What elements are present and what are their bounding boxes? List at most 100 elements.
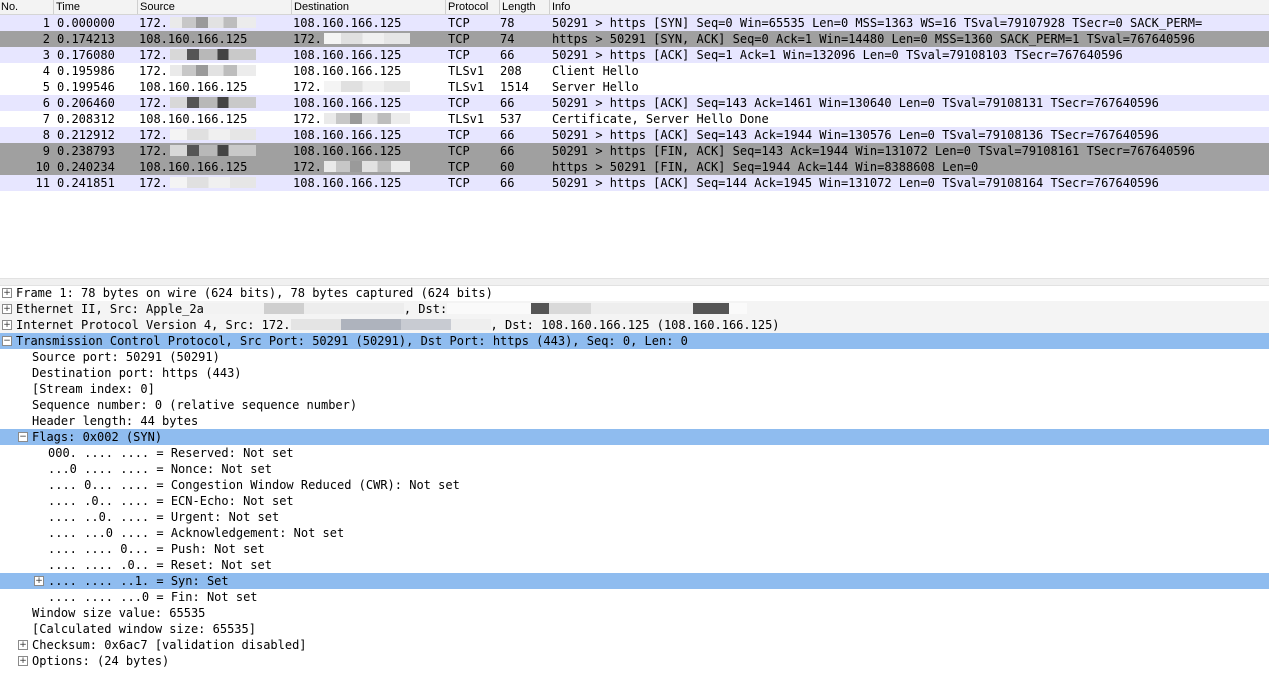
redacted-address-block xyxy=(323,161,410,172)
column-divider[interactable] xyxy=(291,0,292,14)
expand-icon[interactable]: + xyxy=(2,288,12,298)
column-divider[interactable] xyxy=(445,0,446,14)
packet-cell-destination: 108.160.166.125 xyxy=(293,95,445,111)
detail-text: .... ..0. .... = Urgent: Not set xyxy=(48,510,280,524)
packet-row[interactable]: 11 0.241851 172. 108.160.166.125 TCP 66 50291 … xyxy=(0,175,1269,191)
column-header-protocol[interactable]: Protocol xyxy=(448,0,488,14)
detail-tree-item[interactable]: + Ethernet II, Src: Apple_2a , Dst: xyxy=(0,301,1269,317)
packet-row[interactable]: 3 0.176080 172. 108.160.166.125 TCP 66 50291 >… xyxy=(0,47,1269,63)
packet-cell-no: 6 xyxy=(0,95,50,111)
packet-cell-source: 108.160.166.125 xyxy=(139,159,291,175)
column-header-destination[interactable]: Destination xyxy=(294,0,349,14)
redacted-address-block xyxy=(323,81,410,92)
packet-row[interactable]: 10 0.240234 108.160.166.125 172. TCP 60 https … xyxy=(0,159,1269,175)
detail-tree-item[interactable]: .... .... .0.. = Reset: Not set xyxy=(0,557,1269,573)
packet-destination-text: 172. xyxy=(293,160,322,174)
detail-tree-item[interactable]: Sequence number: 0 (relative sequence nu… xyxy=(0,397,1269,413)
column-header-source[interactable]: Source xyxy=(140,0,175,14)
column-header-time[interactable]: Time xyxy=(56,0,80,14)
detail-tree-item[interactable]: − Flags: 0x002 (SYN) xyxy=(0,429,1269,445)
detail-tree-label: Flags: 0x002 (SYN) xyxy=(32,429,162,445)
collapse-icon[interactable]: − xyxy=(18,432,28,442)
packet-info-text: Server Hello xyxy=(552,80,639,94)
detail-tree-item[interactable]: .... .0.. .... = ECN-Echo: Not set xyxy=(0,493,1269,509)
packet-cell-info: 50291 > https [ACK] Seq=143 Ack=1944 Win… xyxy=(552,127,1269,143)
packet-list-header: No. Time Source Destination Protocol Length In… xyxy=(0,0,1269,15)
packet-length-text: 78 xyxy=(500,16,515,30)
detail-tree-item[interactable]: [Calculated window size: 65535] xyxy=(0,621,1269,637)
expand-icon[interactable]: + xyxy=(2,320,12,330)
expand-icon[interactable]: + xyxy=(18,640,28,650)
detail-tree-label: [Stream index: 0] xyxy=(32,381,155,397)
packet-length-text: 1514 xyxy=(500,80,529,94)
detail-tree-item[interactable]: .... .... ...0 = Fin: Not set xyxy=(0,589,1269,605)
expand-icon[interactable]: + xyxy=(2,304,12,314)
packet-cell-source: 172. xyxy=(139,47,291,63)
detail-tree-item[interactable]: + Frame 1: 78 bytes on wire (624 bits), 7… xyxy=(0,285,1269,301)
packet-length-text: 66 xyxy=(500,96,515,110)
packet-row[interactable]: 5 0.199546 108.160.166.125 172. TLSv1 1514 Ser… xyxy=(0,79,1269,95)
detail-tree-item[interactable]: ...0 .... .... = Nonce: Not set xyxy=(0,461,1269,477)
packet-row[interactable]: 2 0.174213 108.160.166.125 172. TCP 74 https >… xyxy=(0,31,1269,47)
packet-row[interactable]: 7 0.208312 108.160.166.125 172. TLSv1 537 Cert… xyxy=(0,111,1269,127)
column-divider[interactable] xyxy=(549,0,550,14)
packet-length-text: 66 xyxy=(500,48,515,62)
packet-cell-info: Client Hello xyxy=(552,63,1269,79)
packet-protocol-text: TCP xyxy=(448,32,470,46)
detail-tree-item[interactable]: [Stream index: 0] xyxy=(0,381,1269,397)
packet-cell-length: 1514 xyxy=(500,79,545,95)
detail-tree-item[interactable]: + .... .... ..1. = Syn: Set xyxy=(0,573,1269,589)
packet-cell-no: 2 xyxy=(0,31,50,47)
column-divider[interactable] xyxy=(53,0,54,14)
detail-tree-item[interactable]: + Checksum: 0x6ac7 [validation disabled] xyxy=(0,637,1269,653)
detail-tree-item[interactable]: .... ...0 .... = Acknowledgement: Not se… xyxy=(0,525,1269,541)
detail-tree-item[interactable]: Header length: 44 bytes xyxy=(0,413,1269,429)
packet-cell-no: 4 xyxy=(0,63,50,79)
column-header-info[interactable]: Info xyxy=(552,0,570,14)
detail-tree-item[interactable]: Source port: 50291 (50291) xyxy=(0,349,1269,365)
detail-tree-item[interactable]: + Internet Protocol Version 4, Src: 172.,… xyxy=(0,317,1269,333)
packet-time-text: 0.199546 xyxy=(57,80,115,94)
detail-text-suffix: , Dst: 108.160.166.125 (108.160.166.125) xyxy=(490,318,780,332)
packet-length-text: 60 xyxy=(500,160,515,174)
expand-icon[interactable]: + xyxy=(18,656,28,666)
packet-cell-length: 66 xyxy=(500,175,545,191)
column-divider[interactable] xyxy=(137,0,138,14)
packet-cell-length: 66 xyxy=(500,127,545,143)
packet-cell-protocol: TCP xyxy=(448,47,498,63)
detail-tree-item[interactable]: Destination port: https (443) xyxy=(0,365,1269,381)
redacted-address-block xyxy=(203,303,404,314)
packet-source-text: 172. xyxy=(139,48,168,62)
detail-tree-item[interactable]: + Options: (24 bytes) xyxy=(0,653,1269,669)
packet-row[interactable]: 8 0.212912 172. 108.160.166.125 TCP 66 50291 >… xyxy=(0,127,1269,143)
packet-no-text: 2 xyxy=(42,32,50,46)
detail-tree-item[interactable]: Window size value: 65535 xyxy=(0,605,1269,621)
detail-tree-label: .... .... .0.. = Reset: Not set xyxy=(48,557,272,573)
column-header-length[interactable]: Length xyxy=(502,0,536,14)
packet-row[interactable]: 9 0.238793 172. 108.160.166.125 TCP 66 50291 >… xyxy=(0,143,1269,159)
detail-text: .... 0... .... = Congestion Window Reduc… xyxy=(48,478,460,492)
column-header-no[interactable]: No. xyxy=(1,0,18,14)
detail-tree-item[interactable]: − Transmission Control Protocol, Src Port… xyxy=(0,333,1269,349)
packet-protocol-text: TCP xyxy=(448,144,470,158)
packet-cell-destination: 172. xyxy=(293,111,445,127)
detail-tree-item[interactable]: .... ..0. .... = Urgent: Not set xyxy=(0,509,1269,525)
column-divider[interactable] xyxy=(499,0,500,14)
detail-text: Ethernet II, Src: Apple_2a xyxy=(16,302,204,316)
detail-text: .... ...0 .... = Acknowledgement: Not se… xyxy=(48,526,345,540)
packet-no-text: 11 xyxy=(35,176,50,190)
packet-cell-protocol: TCP xyxy=(448,143,498,159)
collapse-icon[interactable]: − xyxy=(2,336,12,346)
detail-text: Header length: 44 bytes xyxy=(32,414,199,428)
packet-row[interactable]: 6 0.206460 172. 108.160.166.125 TCP 66 50291 >… xyxy=(0,95,1269,111)
packet-cell-destination: 172. xyxy=(293,79,445,95)
packet-cell-length: 66 xyxy=(500,143,545,159)
detail-tree-item[interactable]: 000. .... .... = Reserved: Not set xyxy=(0,445,1269,461)
packet-row[interactable]: 1 0.000000 172. 108.160.166.125 TCP 78 50291 >… xyxy=(0,15,1269,31)
detail-tree-item[interactable]: .... .... 0... = Push: Not set xyxy=(0,541,1269,557)
packet-length-text: 208 xyxy=(500,64,522,78)
packet-cell-protocol: TCP xyxy=(448,95,498,111)
detail-tree-item[interactable]: .... 0... .... = Congestion Window Reduc… xyxy=(0,477,1269,493)
packet-row[interactable]: 4 0.195986 172. 108.160.166.125 TLSv1 208 Clie… xyxy=(0,63,1269,79)
expand-icon[interactable]: + xyxy=(34,576,44,586)
